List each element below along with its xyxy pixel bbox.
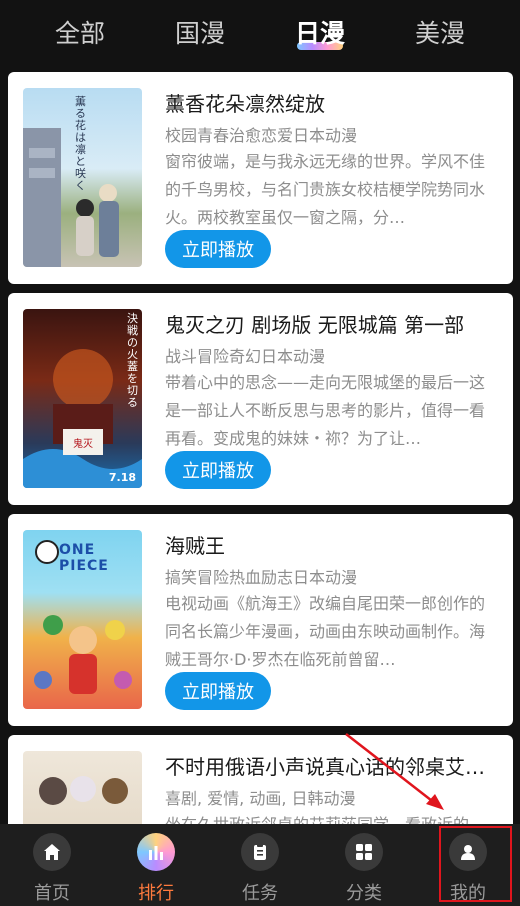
anime-title[interactable]: 薰香花朵凛然绽放	[165, 88, 500, 117]
category-icon	[345, 833, 383, 871]
list-item[interactable]: ONE PIECE 海贼王 搞笑冒险热血励志日本动漫 电视动画《航海王》改编自尾…	[8, 514, 513, 726]
poster-image: 鬼灭 決戦の火蓋を切る 7.18	[23, 309, 142, 488]
tab-chinese[interactable]: 国漫	[165, 8, 235, 56]
anime-tags: 校园青春治愈恋爱日本动漫	[165, 126, 358, 145]
nav-label: 任务	[242, 883, 278, 904]
ranking-icon	[137, 833, 175, 871]
poster-image: 薫る花は凛と咲く	[23, 88, 142, 267]
play-button[interactable]: 立即播放	[165, 672, 271, 710]
poster-image: ONE PIECE	[23, 530, 142, 709]
play-button[interactable]: 立即播放	[165, 230, 271, 268]
svg-text:鬼灭: 鬼灭	[73, 437, 93, 450]
anime-description: 电视动画《航海王》改编自尾田荣一郎创作的同名长篇少年漫画，动画由东映动画制作。海…	[165, 594, 486, 669]
nav-label: 首页	[34, 883, 70, 904]
list-item[interactable]: 薫る花は凛と咲く 薰香花朵凛然绽放 校园青春治愈恋爱日本动漫 窗帘彼端，是与我永…	[8, 72, 513, 284]
anime-title[interactable]: 海贼王	[165, 530, 500, 559]
anime-description: 带着心中的思念——走向无限城堡的最后一这是一部让人不断反思与思考的影片，值得一看…	[165, 373, 486, 448]
category-tabs: 全部 国漫 日漫 美漫	[0, 0, 520, 64]
nav-tasks[interactable]: 任务	[208, 824, 312, 906]
anime-tags: 喜剧, 爱情, 动画, 日韩动漫	[165, 789, 356, 808]
tab-all[interactable]: 全部	[45, 8, 115, 56]
poster-title: 決戦の火蓋を切る	[127, 312, 138, 409]
anime-tags: 战斗冒险奇幻日本动漫	[165, 347, 326, 366]
anime-list[interactable]: 薫る花は凛と咲く 薰香花朵凛然绽放 校园青春治愈恋爱日本动漫 窗帘彼端，是与我永…	[8, 72, 513, 824]
annotation-arrow-icon	[345, 733, 444, 810]
home-icon	[33, 833, 71, 871]
poster-date: 7.18	[108, 471, 136, 484]
poster-image	[23, 751, 142, 824]
anime-description: 窗帘彼端，是与我永远无缘的世界。学风不佳的千鸟男校，与名门贵族女校桔梗学院势同水…	[165, 152, 486, 227]
tab-american[interactable]: 美漫	[405, 8, 475, 56]
play-button[interactable]: 立即播放	[165, 451, 271, 489]
tab-japanese-label: 日漫	[294, 19, 345, 48]
nav-label: 分类	[346, 883, 382, 904]
task-icon	[241, 833, 279, 871]
annotation-highlight-box	[439, 826, 512, 902]
nav-home[interactable]: 首页	[0, 824, 104, 906]
nav-label: 排行	[138, 883, 174, 904]
list-item[interactable]: 鬼灭 決戦の火蓋を切る 7.18 鬼灭之刃 剧场版 无限城篇 第一部 战斗冒险奇…	[8, 293, 513, 505]
anime-title[interactable]: 鬼灭之刃 剧场版 无限城篇 第一部	[165, 309, 500, 338]
nav-category[interactable]: 分类	[312, 824, 416, 906]
anime-tags: 搞笑冒险热血励志日本动漫	[165, 568, 358, 587]
tab-japanese[interactable]: 日漫	[285, 8, 355, 56]
poster-title: ONE PIECE	[59, 542, 109, 574]
nav-ranking[interactable]: 排行	[104, 824, 208, 906]
poster-title: 薫る花は凛と咲く	[75, 95, 86, 192]
